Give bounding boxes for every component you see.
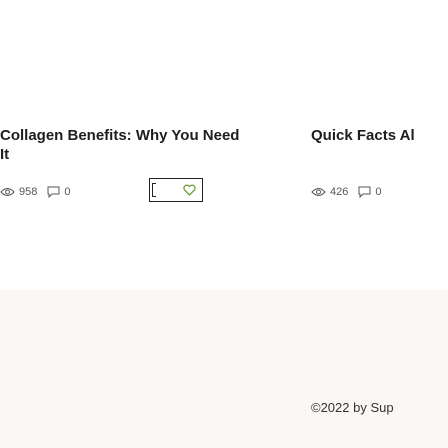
eye-icon <box>0 188 15 196</box>
comments-stat[interactable]: 0 <box>47 186 70 198</box>
post-stats: 426 0 <box>311 186 391 198</box>
comments-count: 0 <box>375 186 382 198</box>
blog-page: Collagen Benefits: Why You Need It Quick… <box>0 0 448 448</box>
views-stat: 426 <box>311 186 348 198</box>
heart-icon <box>183 184 196 196</box>
views-count: 426 <box>330 186 349 198</box>
comment-icon <box>358 186 371 198</box>
post-list: Collagen Benefits: Why You Need It Quick… <box>0 0 448 290</box>
post-title[interactable]: Quick Facts Al <box>311 126 415 145</box>
like-button[interactable] <box>149 178 203 202</box>
button-edge <box>152 183 156 197</box>
post-title[interactable]: Collagen Benefits: Why You Need It <box>0 126 250 164</box>
comments-stat[interactable]: 0 <box>358 186 381 198</box>
comment-icon <box>47 186 60 198</box>
comments-count: 0 <box>64 186 71 198</box>
copyright-text: ©2022 by Sup <box>311 400 394 415</box>
site-footer <box>0 290 448 448</box>
eye-icon <box>311 188 326 196</box>
views-stat: 958 <box>0 186 37 198</box>
post-stats: 958 0 <box>0 186 80 198</box>
views-count: 958 <box>19 186 38 198</box>
